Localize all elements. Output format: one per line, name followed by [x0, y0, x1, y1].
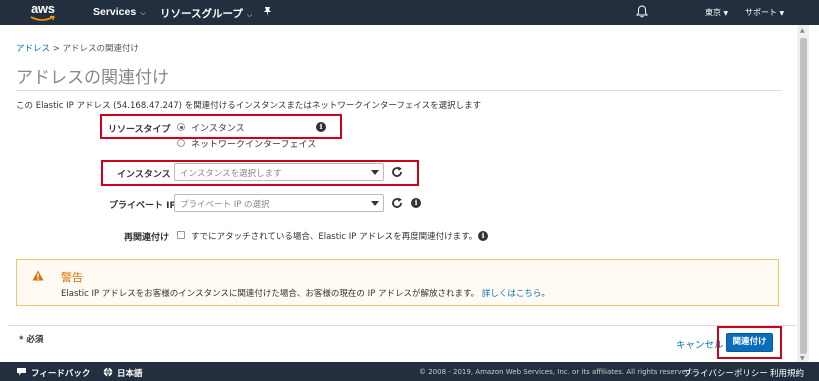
bell-icon[interactable]: [636, 5, 648, 18]
caret-down-icon: [371, 170, 379, 175]
instance-select-placeholder: インスタンスを選択します: [180, 169, 282, 179]
feedback-link[interactable]: フィードバック: [31, 367, 90, 379]
globe-icon: [103, 367, 113, 377]
chat-icon: [17, 368, 26, 376]
terms-link[interactable]: 利用規約: [770, 367, 804, 379]
chevron-down-icon: ⌵: [246, 12, 253, 19]
region-menu[interactable]: 東京 ▼: [705, 7, 728, 18]
reassociate-text: すでにアタッチされている場合、Elastic IP アドレスを再度関連付けます。: [191, 232, 478, 242]
resource-groups-menu[interactable]: リソースグループ ⌵: [160, 6, 252, 21]
support-label: サポート: [745, 8, 777, 17]
refresh-icon[interactable]: [391, 166, 403, 178]
warning-suffix: 。: [541, 289, 550, 299]
scrollbar-thumb[interactable]: [800, 38, 807, 354]
support-menu[interactable]: サポート ▼: [745, 7, 784, 18]
region-label: 東京: [705, 8, 721, 17]
breadcrumb: アドレス > アドレスの関連付け: [16, 42, 139, 54]
footer-divider: [8, 325, 796, 326]
services-menu[interactable]: Services ⌵: [93, 6, 146, 18]
refresh-icon[interactable]: [391, 197, 403, 209]
page-title: アドレスの関連付け: [16, 68, 169, 88]
learn-more-link[interactable]: 詳しくはこちら: [482, 289, 542, 299]
chevron-down-icon: ▼: [723, 10, 729, 17]
private-ip-select-placeholder: プライベート IP の選択: [180, 200, 270, 210]
info-icon[interactable]: i: [411, 198, 421, 208]
associate-button[interactable]: 関連付け: [726, 333, 773, 352]
breadcrumb-link-addresses[interactable]: アドレス: [16, 44, 50, 54]
aws-logo-text: aws: [31, 1, 55, 16]
required-note: * 必須: [19, 335, 44, 345]
private-ip-label: プライベート IP: [109, 201, 177, 211]
reassociate-label: 再関連付け: [124, 233, 170, 243]
page-footer: フィードバック 日本語 © 2008 - 2019, Amazon Web Se…: [0, 362, 819, 381]
pin-icon[interactable]: [262, 6, 273, 17]
warning-icon: [32, 270, 44, 281]
title-divider: [16, 90, 782, 91]
scroll-up-arrow-icon[interactable]: ▲: [800, 27, 805, 34]
language-selector[interactable]: 日本語: [117, 367, 143, 379]
radio-instance-label[interactable]: インスタンス: [191, 121, 245, 134]
privacy-policy-link[interactable]: プライバシーポリシー: [683, 367, 768, 379]
instance-label: インスタンス: [117, 170, 171, 180]
private-ip-select[interactable]: プライベート IP の選択: [174, 194, 384, 212]
caret-down-icon: [371, 201, 379, 206]
warning-text: Elastic IP アドレスをお客様のインスタンスに関連付けた場合、お客様の現…: [61, 289, 480, 299]
aws-logo[interactable]: aws: [30, 1, 66, 23]
warning-title: 警告: [61, 271, 83, 284]
instance-select[interactable]: インスタンスを選択します: [174, 163, 384, 181]
radio-network-interface[interactable]: [177, 139, 185, 147]
chevron-down-icon: ⌵: [140, 10, 146, 17]
warning-body: Elastic IP アドレスをお客様のインスタンスに関連付けた場合、お客様の現…: [61, 287, 550, 299]
top-navigation: aws Services ⌵ リソースグループ ⌵ 東京 ▼ サポート ▼: [0, 0, 819, 25]
reassociate-checkbox[interactable]: [177, 231, 185, 239]
page-description: この Elastic IP アドレス (54.168.47.247) を関連付け…: [16, 101, 482, 111]
radio-instance[interactable]: [177, 123, 185, 131]
resource-groups-label: リソースグループ: [160, 8, 243, 20]
info-icon[interactable]: i: [478, 231, 488, 241]
copyright-text: © 2008 - 2019, Amazon Web Services, Inc.…: [419, 368, 693, 376]
chevron-down-icon: ▼: [779, 10, 785, 17]
info-icon[interactable]: i: [316, 122, 326, 132]
aws-smile-icon: [30, 15, 55, 21]
scroll-down-arrow-icon[interactable]: ▼: [800, 355, 805, 362]
breadcrumb-separator: >: [52, 44, 60, 54]
services-label: Services: [93, 6, 137, 18]
warning-alert: 警告 Elastic IP アドレスをお客様のインスタンスに関連付けた場合、お客…: [16, 259, 779, 306]
resource-type-label: リソースタイプ: [108, 125, 171, 135]
radio-network-interface-label[interactable]: ネットワークインターフェイス: [191, 137, 316, 150]
breadcrumb-current: アドレスの関連付け: [62, 44, 140, 54]
